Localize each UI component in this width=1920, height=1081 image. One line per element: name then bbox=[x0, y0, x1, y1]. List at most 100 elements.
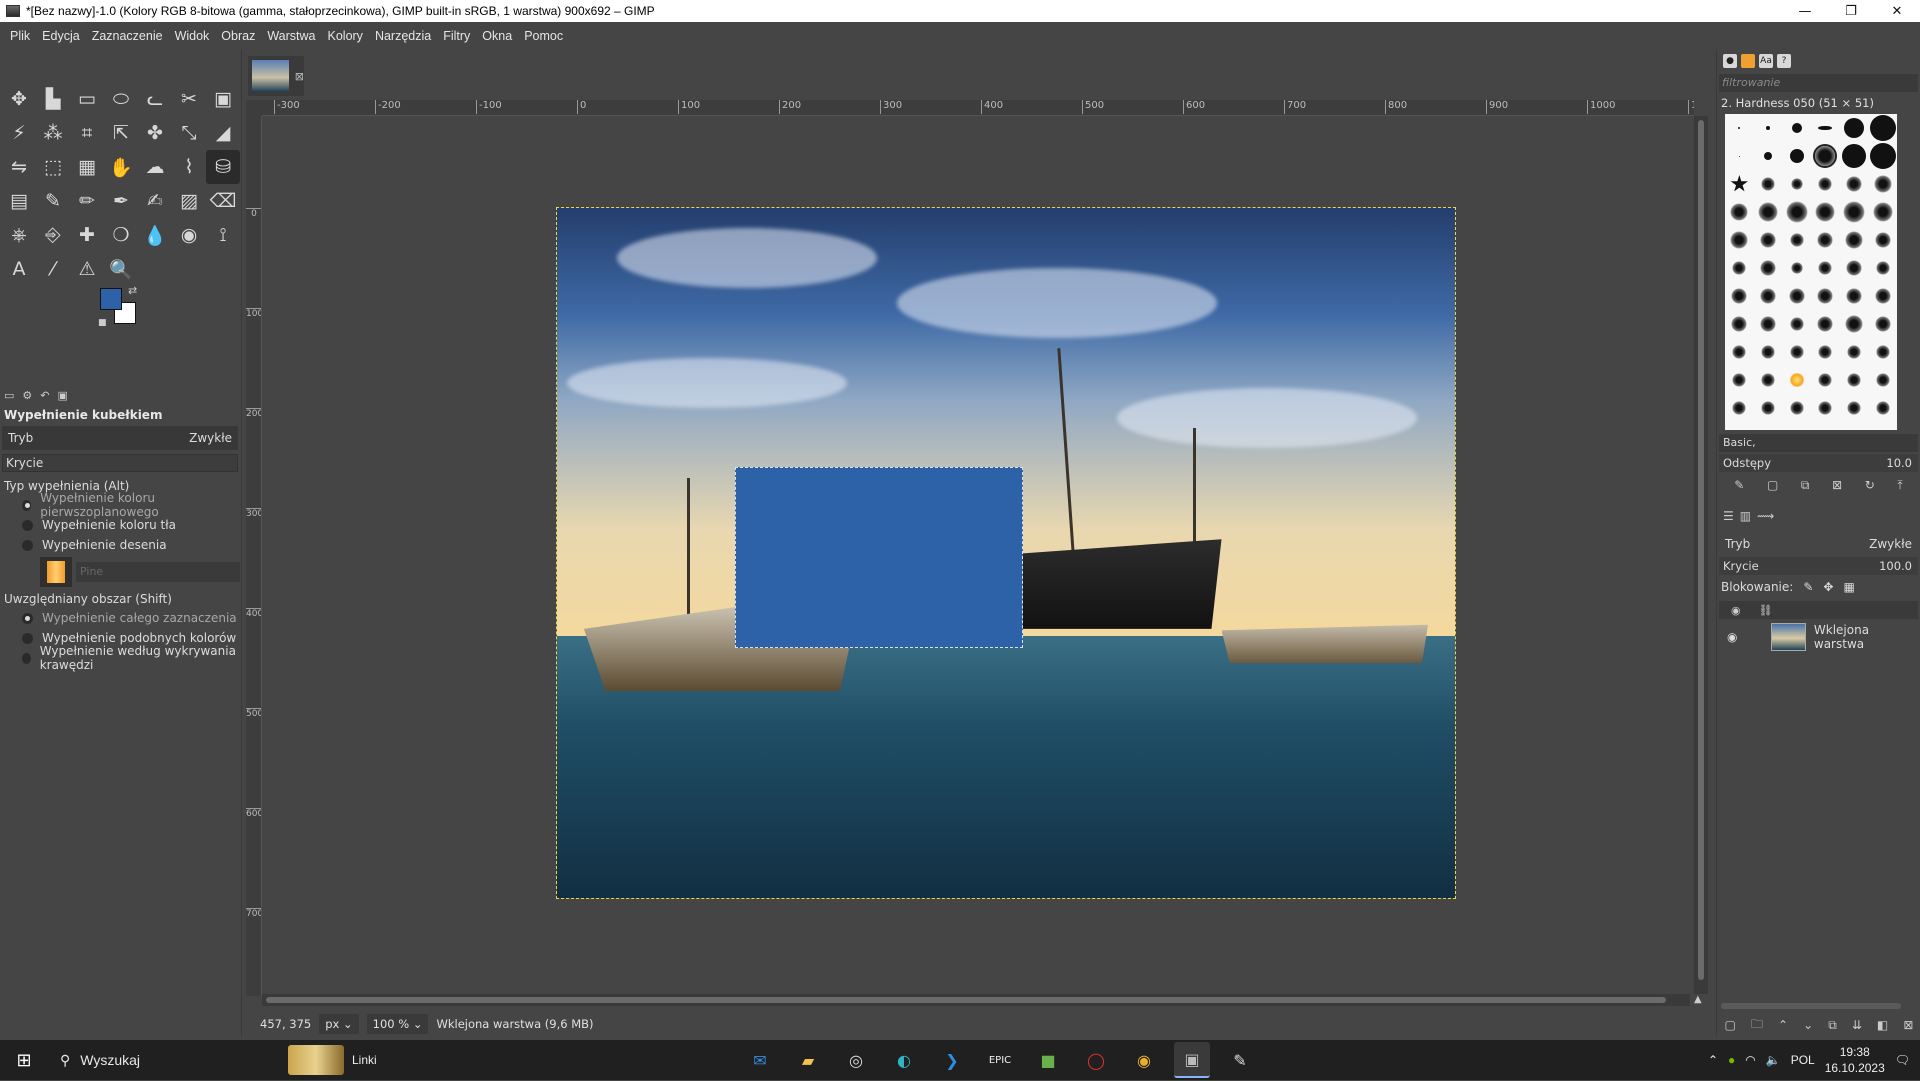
scale-tool-icon[interactable]: ⤡ bbox=[172, 116, 206, 150]
brush-preview[interactable] bbox=[1875, 373, 1890, 387]
heal-tool-icon[interactable]: ✚ bbox=[70, 218, 104, 252]
by-color-select-tool-icon[interactable]: ⁂ bbox=[36, 116, 70, 150]
minecraft-icon[interactable]: ■ bbox=[1030, 1042, 1066, 1078]
brush-preview[interactable] bbox=[1789, 401, 1804, 415]
eyedropper-tool-icon[interactable]: ⁄ bbox=[36, 252, 70, 286]
epic-games-icon[interactable]: EPIC bbox=[982, 1042, 1018, 1078]
brush-preview[interactable] bbox=[1759, 260, 1776, 276]
brush-preview[interactable] bbox=[1875, 345, 1890, 359]
menu-help[interactable]: Pomoc bbox=[518, 29, 569, 43]
clock[interactable]: 19:38 16.10.2023 bbox=[1825, 1044, 1885, 1076]
paths-tool-icon[interactable]: ⌇ bbox=[172, 150, 206, 184]
text-tool-icon[interactable]: A bbox=[2, 252, 36, 286]
close-image-icon[interactable]: ⊠ bbox=[295, 70, 304, 83]
brush-preview[interactable] bbox=[1760, 401, 1775, 415]
brush-preview[interactable] bbox=[1846, 345, 1861, 359]
compass-tool-icon[interactable]: ⚠ bbox=[70, 252, 104, 286]
brush-preview[interactable] bbox=[1818, 177, 1833, 191]
brush-preview[interactable] bbox=[1818, 261, 1833, 275]
close-button[interactable]: ✕ bbox=[1874, 0, 1920, 22]
brush-preview[interactable] bbox=[1757, 202, 1778, 222]
layers-tab-icon[interactable]: ☰ bbox=[1723, 509, 1734, 523]
rect-select-tool-icon[interactable]: ▭ bbox=[70, 82, 104, 116]
brush-preview[interactable] bbox=[1817, 316, 1834, 332]
brush-preview[interactable] bbox=[1841, 144, 1866, 168]
lower-layer-icon[interactable]: ⌄ bbox=[1803, 1018, 1813, 1032]
edge-icon[interactable]: ◐ bbox=[886, 1042, 922, 1078]
brush-preview[interactable] bbox=[1875, 261, 1890, 275]
raise-layer-icon[interactable]: ⌃ bbox=[1778, 1018, 1788, 1032]
brush-preview[interactable] bbox=[1738, 155, 1740, 157]
brush-preview[interactable] bbox=[1790, 178, 1803, 190]
brush-preview[interactable] bbox=[1738, 127, 1741, 129]
swap-colors-icon[interactable]: ⇄ bbox=[128, 284, 137, 297]
lock-pixels-icon[interactable]: ✎ bbox=[1803, 580, 1813, 594]
new-layer-icon[interactable]: ▢ bbox=[1725, 1018, 1736, 1032]
brush-preview[interactable] bbox=[1790, 262, 1803, 274]
brush-preview[interactable] bbox=[1789, 317, 1804, 331]
zoom-select[interactable]: 100 % ⌄ bbox=[366, 1014, 429, 1034]
delete-layer-icon[interactable]: ⊠ bbox=[1903, 1018, 1913, 1032]
airbrush-tool-icon[interactable]: ✒ bbox=[104, 184, 138, 218]
merge-layer-icon[interactable]: ⇊ bbox=[1852, 1018, 1862, 1032]
brush-preview[interactable] bbox=[1759, 288, 1776, 304]
unified-transform-tool-icon[interactable]: ⇱ bbox=[104, 116, 138, 150]
brush-preview[interactable] bbox=[1817, 288, 1834, 304]
volume-icon[interactable]: 🔈 bbox=[1766, 1053, 1781, 1067]
brush-preview[interactable] bbox=[1760, 177, 1775, 191]
align-tool-icon[interactable]: ▙ bbox=[36, 82, 70, 116]
vertical-scrollbar[interactable] bbox=[1694, 116, 1708, 994]
mail-icon[interactable]: ✉ bbox=[742, 1042, 778, 1078]
brush-preview[interactable] bbox=[1874, 316, 1891, 332]
menu-windows[interactable]: Okna bbox=[476, 29, 518, 43]
edit-brush-icon[interactable]: ✎ bbox=[1734, 478, 1744, 493]
brush-set-select[interactable]: Basic, bbox=[1719, 434, 1918, 452]
area-edge-radio[interactable]: Wypełnienie według wykrywania krawędzi bbox=[0, 644, 240, 672]
fill-fg-radio[interactable]: Wypełnienie koloru pierwszoplanowego bbox=[0, 491, 240, 519]
dodge-burn-tool-icon[interactable]: 💧 bbox=[138, 218, 172, 252]
delete-brush-icon[interactable]: ⊠ bbox=[1832, 478, 1842, 493]
undo-history-tab-icon[interactable]: ↶ bbox=[40, 389, 49, 402]
brush-preview[interactable] bbox=[1730, 203, 1749, 221]
brush-grid[interactable] bbox=[1725, 114, 1897, 430]
shear-tool-icon[interactable]: ◢ bbox=[206, 116, 240, 150]
move-tool-icon[interactable]: ✥ bbox=[2, 82, 36, 116]
patterns-tab-icon[interactable] bbox=[1741, 54, 1755, 68]
brush-preview[interactable] bbox=[1846, 373, 1861, 387]
brush-preview[interactable] bbox=[1872, 202, 1893, 222]
area-selection-radio[interactable]: Wypełnienie całego zaznaczenia bbox=[0, 608, 240, 628]
brushes-tab-icon[interactable]: ● bbox=[1723, 54, 1737, 68]
foreground-select-tool-icon[interactable]: ▣ bbox=[206, 82, 240, 116]
brush-filter-input[interactable]: filtrowanie bbox=[1719, 74, 1918, 92]
brush-preview[interactable] bbox=[1844, 315, 1863, 333]
layer-opacity-slider[interactable]: Krycie 100.0 bbox=[1719, 557, 1918, 575]
opera-icon[interactable]: ◯ bbox=[1078, 1042, 1114, 1078]
reset-colors-icon[interactable]: ■ bbox=[98, 318, 107, 328]
windows-start-icon[interactable]: ⊞ bbox=[0, 1040, 48, 1080]
wifi-icon[interactable]: ◠ bbox=[1745, 1053, 1755, 1067]
tray-chevron-icon[interactable]: ⌃ bbox=[1708, 1053, 1718, 1067]
maximize-button[interactable]: ❐ bbox=[1828, 0, 1874, 22]
brush-preview[interactable] bbox=[1845, 288, 1862, 304]
perspective-tool-icon[interactable]: ⬚ bbox=[36, 150, 70, 184]
new-group-icon[interactable]: 🗀 bbox=[1751, 1015, 1763, 1036]
menu-filters[interactable]: Filtry bbox=[437, 29, 476, 43]
brush-preview[interactable] bbox=[1874, 232, 1891, 248]
channels-tab-icon[interactable]: ▥ bbox=[1740, 509, 1751, 523]
smudge-tool-icon[interactable]: ☁ bbox=[138, 150, 172, 184]
layers-scrollbar[interactable] bbox=[1721, 1003, 1901, 1009]
menu-image[interactable]: Obraz bbox=[215, 29, 261, 43]
notifications-icon[interactable]: 🗨 bbox=[1895, 1053, 1910, 1067]
lock-position-icon[interactable]: ✥ bbox=[1823, 580, 1833, 594]
brush-preview[interactable] bbox=[1843, 118, 1864, 138]
blur-tool-icon[interactable]: ❍ bbox=[104, 218, 138, 252]
pattern-selector[interactable]: Pine bbox=[0, 555, 240, 589]
gegl-tool-icon[interactable]: ✋ bbox=[104, 150, 138, 184]
pencil-tool-icon[interactable]: ✏ bbox=[70, 184, 104, 218]
navigate-icon[interactable]: ▲ bbox=[1694, 994, 1708, 1008]
brush-preview[interactable] bbox=[1788, 288, 1805, 304]
brush-preview[interactable] bbox=[1731, 288, 1748, 304]
brush-preview[interactable] bbox=[1759, 316, 1776, 332]
brush-preview[interactable] bbox=[1874, 288, 1891, 304]
layer-name[interactable]: Wklejona warstwa bbox=[1814, 623, 1918, 651]
